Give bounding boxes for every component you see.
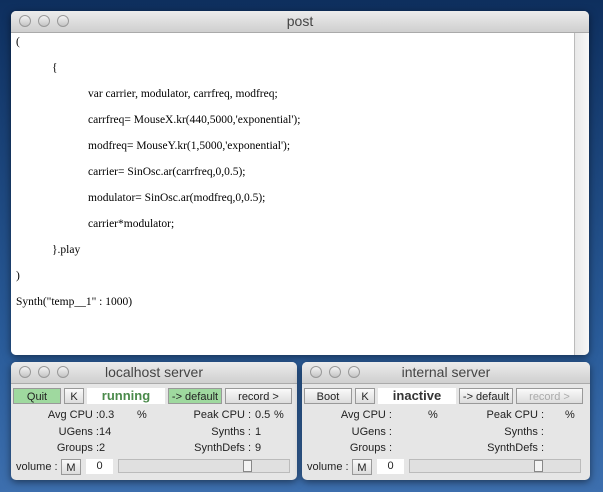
post-line: {: [52, 62, 58, 74]
synths-value: 1: [255, 426, 262, 438]
localhost-server-window: localhost server Quit K running -> defau…: [11, 362, 297, 480]
peak-cpu-label: Peak CPU :: [193, 409, 251, 421]
groups-label: Groups :: [56, 442, 99, 454]
close-button[interactable]: [19, 15, 31, 27]
server-status: running: [87, 388, 165, 404]
peak-cpu-label: Peak CPU :: [486, 409, 544, 421]
post-line: carrier= SinOsc.ar(carrfreq,0,0.5);: [88, 166, 246, 178]
quit-button[interactable]: Quit: [13, 388, 61, 404]
window-title: localhost server: [104, 364, 204, 380]
title-bar[interactable]: internal server: [302, 362, 590, 384]
boot-button[interactable]: Boot: [304, 388, 352, 404]
avg-cpu-percent: %: [137, 409, 147, 421]
window-title: internal server: [401, 364, 491, 380]
server-status: inactive: [378, 388, 456, 404]
window-title: post: [286, 13, 314, 29]
volume-slider[interactable]: [409, 459, 581, 473]
minimize-button[interactable]: [329, 366, 341, 378]
make-default-button[interactable]: -> default: [168, 388, 222, 404]
synthdefs-value: 9: [255, 442, 262, 454]
make-default-button[interactable]: -> default: [459, 388, 513, 404]
record-button: record >: [516, 388, 583, 404]
synths-label: Synths :: [504, 426, 544, 438]
post-line: Synth("temp__1" : 1000): [16, 296, 133, 308]
groups-label: Groups :: [349, 442, 392, 454]
post-window: post ( { var carrier, modulator, carrfreq,…: [11, 11, 589, 355]
synths-label: Synths :: [211, 426, 251, 438]
zoom-button[interactable]: [348, 366, 360, 378]
post-line: modfreq= MouseY.kr(1,5000,'exponential')…: [88, 140, 291, 152]
volume-label: volume :: [16, 461, 58, 473]
vertical-scrollbar[interactable]: [574, 33, 589, 355]
peak-cpu-percent: %: [565, 409, 575, 421]
avg-cpu-percent: %: [428, 409, 438, 421]
volume-slider-thumb[interactable]: [242, 460, 252, 472]
synthdefs-label: SynthDefs :: [487, 442, 544, 454]
groups-value: 2: [99, 442, 106, 454]
peak-cpu-percent: %: [274, 409, 284, 421]
post-line: }.play: [52, 244, 81, 256]
ugens-label: UGens :: [351, 426, 392, 438]
peak-cpu-value: 0.5: [255, 409, 271, 421]
internal-server-window: internal server Boot K inactive -> defau…: [302, 362, 590, 480]
avg-cpu-label: Avg CPU :: [340, 409, 392, 421]
zoom-button[interactable]: [57, 366, 69, 378]
close-button[interactable]: [310, 366, 322, 378]
kill-button[interactable]: K: [64, 388, 84, 404]
post-line: var carrier, modulator, carrfreq, modfre…: [88, 88, 278, 100]
ugens-value: 14: [99, 426, 112, 438]
minimize-button[interactable]: [38, 366, 50, 378]
avg-cpu-value: 0.3: [99, 409, 115, 421]
title-bar[interactable]: post: [11, 11, 589, 33]
post-line: modulator= SinOsc.ar(modfreq,0,0.5);: [88, 192, 266, 204]
volume-field[interactable]: 0: [86, 459, 113, 474]
avg-cpu-label: Avg CPU :: [47, 409, 99, 421]
volume-slider[interactable]: [118, 459, 290, 473]
post-line: ): [16, 270, 20, 282]
zoom-button[interactable]: [57, 15, 69, 27]
volume-field[interactable]: 0: [377, 459, 404, 474]
post-text-area[interactable]: ( { var carrier, modulator, carrfreq, modf…: [11, 33, 575, 355]
ugens-label: UGens :: [58, 426, 99, 438]
title-bar[interactable]: localhost server: [11, 362, 297, 384]
minimize-button[interactable]: [38, 15, 50, 27]
record-button[interactable]: record >: [225, 388, 292, 404]
mute-button[interactable]: M: [61, 459, 81, 475]
mute-button[interactable]: M: [352, 459, 372, 475]
post-line: (: [16, 36, 20, 48]
post-line: carrier*modulator;: [88, 218, 175, 230]
post-line: carrfreq= MouseX.kr(440,5000,'exponentia…: [88, 114, 301, 126]
volume-label: volume :: [307, 461, 349, 473]
close-button[interactable]: [19, 366, 31, 378]
synthdefs-label: SynthDefs :: [194, 442, 251, 454]
volume-slider-thumb[interactable]: [533, 460, 543, 472]
kill-button[interactable]: K: [355, 388, 375, 404]
